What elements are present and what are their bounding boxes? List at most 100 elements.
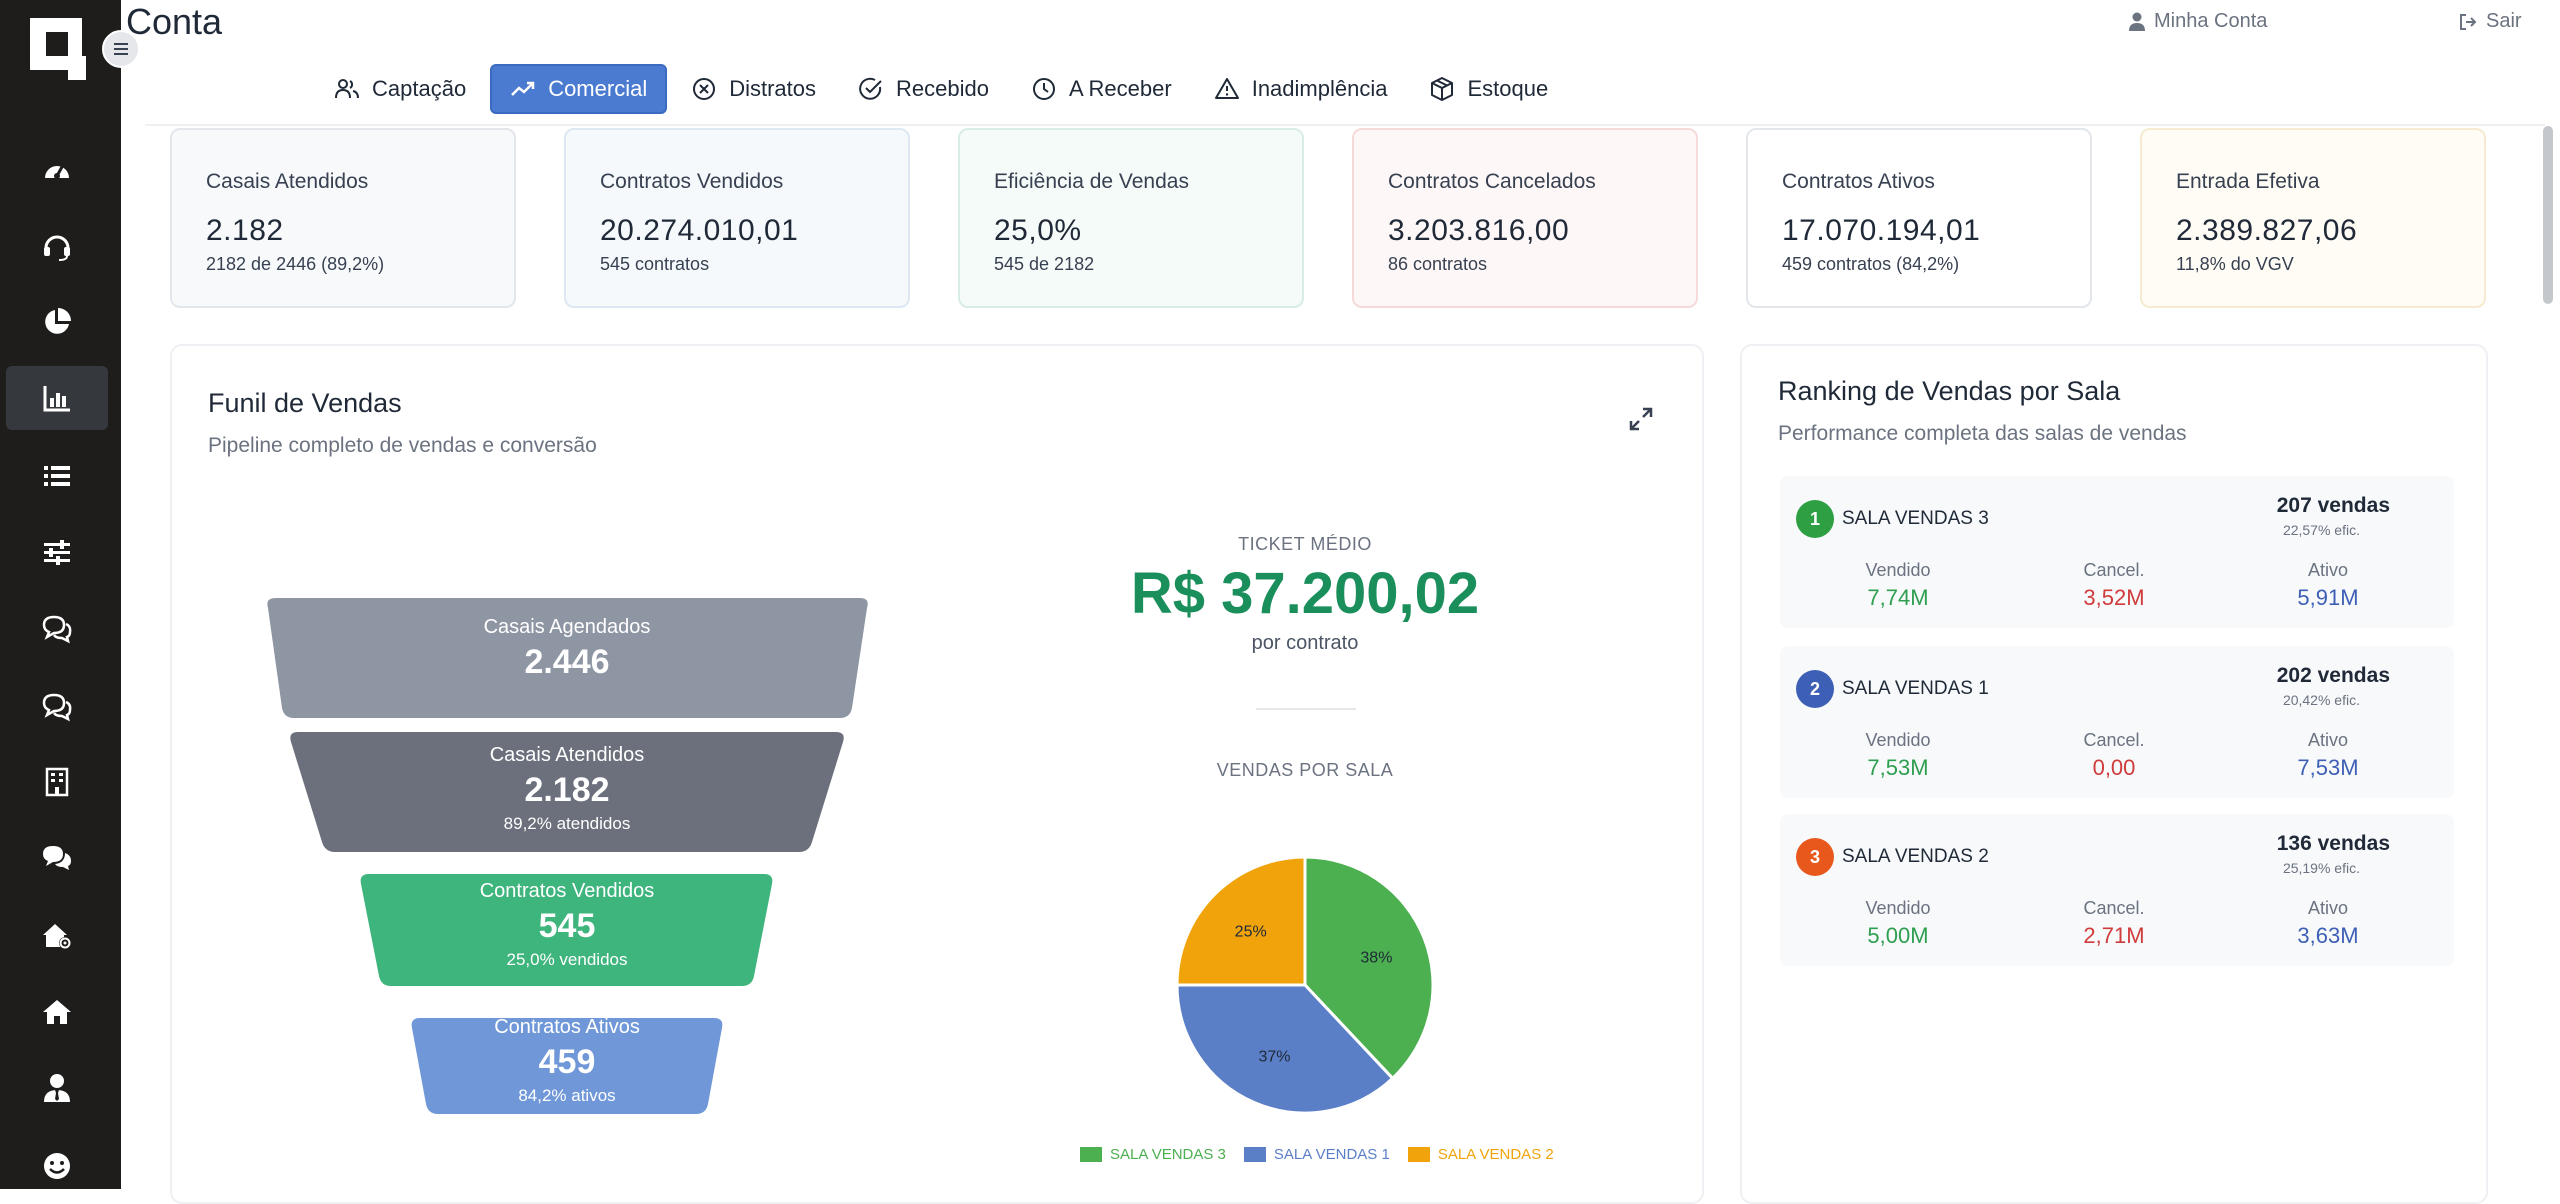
kpi-contratos-vendidos: Contratos Vendidos 20.274.010,01 545 con…: [564, 128, 910, 308]
sidebar-item-analytics[interactable]: [6, 366, 108, 430]
stat-label: Vendido: [1865, 898, 1931, 918]
room-sales: 136 vendas: [2276, 832, 2390, 855]
tab-comercial[interactable]: Comercial: [490, 64, 668, 114]
sidebar-item-support[interactable]: [6, 214, 108, 278]
stat-value: 7,74M: [1867, 585, 1929, 610]
sidebar-item-messages[interactable]: [6, 596, 108, 660]
legend-swatch: [1080, 1147, 1102, 1162]
kpi-label: Casais Atendidos: [206, 170, 369, 193]
kpi-sub: 545 de 2182: [994, 254, 1095, 274]
sidebar-item-home[interactable]: [6, 980, 108, 1044]
tab-estoque[interactable]: Estoque: [1411, 64, 1566, 114]
legend-item[interactable]: SALA VENDAS 2: [1407, 1146, 1554, 1163]
home-icon: [43, 1000, 71, 1024]
sign-out-icon: [2460, 13, 2477, 30]
comments-icon: [43, 846, 71, 870]
room-name: SALA VENDAS 1: [1842, 678, 1989, 699]
list-icon: [44, 466, 70, 486]
legend-item[interactable]: SALA VENDAS 1: [1243, 1146, 1390, 1163]
sidebar-item-feedback[interactable]: [6, 1134, 108, 1198]
stat-label: Ativo: [2307, 898, 2349, 918]
pie-legend: SALA VENDAS 3 SALA VENDAS 1 SALA VENDAS …: [1080, 1146, 1554, 1163]
stat-active: Ativo 3,63M: [2258, 898, 2398, 949]
pie-slice[interactable]: [1175, 855, 1307, 987]
funnel-stage-text: Casais Agendados 2.446: [267, 616, 867, 682]
room-efficiency: 25,19% efic.: [2282, 860, 2360, 876]
tab-a-receber[interactable]: A Receber: [1013, 64, 1190, 114]
funnel-stage-value: 545: [538, 907, 596, 945]
sidebar-item-reports[interactable]: [6, 290, 108, 354]
ranking-title: Ranking de Vendas por Sala: [1778, 376, 2121, 406]
account-label: Minha Conta: [2154, 10, 2268, 32]
stat-label: Ativo: [2307, 560, 2349, 580]
kpi-value: 3.203.816,00: [1388, 214, 1570, 247]
ticket-label: TICKET MÉDIO: [1238, 534, 1372, 554]
room-name: SALA VENDAS 3: [1842, 508, 1989, 529]
sidebar-item-house-settings[interactable]: [6, 904, 108, 968]
rank-badge: 3: [1796, 838, 1834, 876]
legend-label: SALA VENDAS 1: [1273, 1146, 1390, 1163]
stat-active: Ativo 7,53M: [2258, 730, 2398, 781]
stat-label: Vendido: [1865, 560, 1931, 580]
tab-label: Captação: [372, 76, 467, 101]
page-title: Conta: [126, 1, 223, 42]
box-icon: [1431, 77, 1454, 101]
sidebar-item-settings[interactable]: [6, 520, 108, 584]
tab-label: Inadimplência: [1251, 76, 1388, 101]
stat-value: 7,53M: [2297, 755, 2359, 780]
funnel-stage-sub: 89,2% atendidos: [503, 814, 631, 833]
legend-item[interactable]: SALA VENDAS 3: [1080, 1146, 1226, 1163]
tab-inadimplencia[interactable]: Inadimplência: [1196, 64, 1406, 114]
pie-chart-icon: [45, 308, 71, 334]
tab-captacao[interactable]: Captação: [316, 64, 484, 114]
room-efficiency: 20,42% efic.: [2282, 692, 2360, 708]
sidebar-toggle-button[interactable]: [102, 30, 140, 68]
dashboard-gauge-icon: [45, 164, 69, 179]
chat-bubbles-icon: [42, 615, 72, 644]
users-icon: [335, 79, 359, 99]
kpi-contratos-ativos: Contratos Ativos 17.070.194,01 459 contr…: [1746, 128, 2092, 308]
header-divider: [145, 124, 2545, 126]
ranking-item[interactable]: 2 SALA VENDAS 1 202 vendas 20,42% efic. …: [1780, 646, 2454, 798]
kpi-contratos-cancelados: Contratos Cancelados 3.203.816,00 86 con…: [1352, 128, 1698, 308]
rank-badge: 2: [1796, 670, 1834, 708]
account-link[interactable]: Minha Conta: [2128, 10, 2267, 33]
stat-sold: Vendido 7,74M: [1828, 560, 1968, 611]
trend-up-icon: [511, 81, 535, 96]
kpi-value: 2.182: [206, 214, 284, 247]
sidebar-item-buildings[interactable]: [6, 750, 108, 814]
stat-value: 5,00M: [1867, 923, 1929, 948]
ranking-item[interactable]: 1 SALA VENDAS 3 207 vendas 22,57% efic. …: [1780, 476, 2454, 628]
room-efficiency: 22,57% efic.: [2282, 522, 2360, 538]
sliders-icon: [44, 540, 70, 565]
kpi-sub: 86 contratos: [1388, 254, 1488, 274]
kpi-value: 17.070.194,01: [1782, 214, 1981, 247]
sidebar-item-users[interactable]: [6, 1056, 108, 1120]
sidebar-item-conversations[interactable]: [6, 674, 108, 738]
kpi-label: Eficiência de Vendas: [994, 170, 1189, 193]
stat-value: 5,91M: [2297, 585, 2359, 610]
kpi-label: Contratos Ativos: [1782, 170, 1935, 193]
logout-link[interactable]: Sair: [2458, 10, 2522, 33]
expand-icon[interactable]: [1628, 406, 1654, 432]
stat-value: 7,53M: [1867, 755, 1929, 780]
room-sales: 207 vendas: [2276, 494, 2390, 517]
ranking-item[interactable]: 3 SALA VENDAS 2 136 vendas 25,19% efic. …: [1780, 814, 2454, 966]
ticket-sub: por contrato: [1251, 632, 1359, 654]
x-circle-icon: [693, 78, 716, 100]
funnel-stage-value: 2.446: [524, 643, 610, 681]
stat-cancel: Cancel. 0,00: [2044, 730, 2184, 781]
kpi-entrada-efetiva: Entrada Efetiva 2.389.827,06 11,8% do VG…: [2140, 128, 2486, 308]
stat-label: Cancel.: [2083, 730, 2145, 750]
tab-label: Comercial: [548, 76, 648, 101]
tab-recebido[interactable]: Recebido: [840, 64, 1007, 114]
page-scrollbar[interactable]: [2543, 126, 2553, 304]
sidebar-item-list[interactable]: [6, 444, 108, 508]
funnel-stage-text: Contratos Vendidos 545 25,0% vendidos: [360, 880, 774, 970]
sidebar-item-dashboard[interactable]: [6, 138, 108, 202]
funnel-stage-sub: 25,0% vendidos: [506, 950, 628, 969]
tab-distratos[interactable]: Distratos: [673, 64, 834, 114]
legend-label: SALA VENDAS 3: [1110, 1146, 1226, 1163]
sidebar-item-comments[interactable]: [6, 826, 108, 890]
stat-value: 3,52M: [2083, 585, 2145, 610]
